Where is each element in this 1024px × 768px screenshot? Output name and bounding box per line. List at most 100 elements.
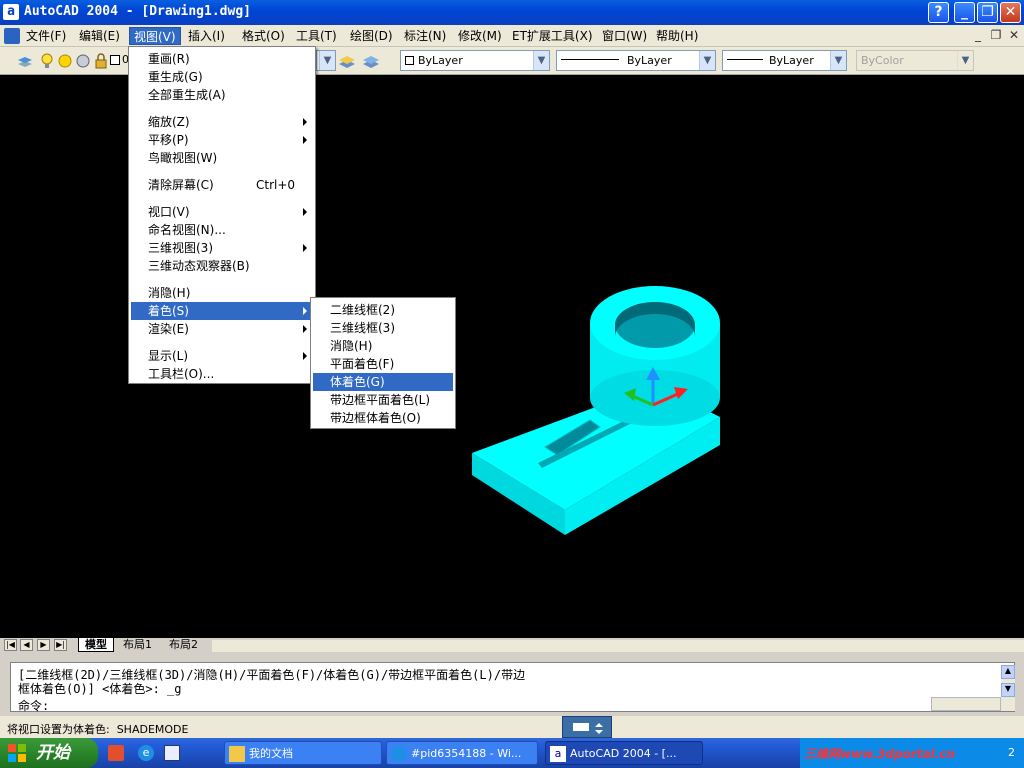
menu-view[interactable]: 视图(V)	[129, 27, 181, 45]
command-scrollbar[interactable]: ▲ ▼	[1001, 665, 1015, 711]
color-value: ByLayer	[418, 54, 463, 67]
view-menu-item-10[interactable]: 三维动态观察器(B)	[131, 257, 313, 275]
last-tab-button[interactable]: ▶|	[54, 639, 67, 651]
menu-express-tools[interactable]: ET扩展工具(X)	[508, 27, 597, 45]
tray-settings-icon[interactable]	[562, 716, 612, 738]
command-prompt[interactable]: 命令:	[18, 697, 49, 714]
windows-taskbar: 开始 e 我的文档 #pid6354188 - Wi... a AutoCAD 2…	[0, 738, 1024, 768]
horizontal-scrollbar[interactable]	[212, 640, 1024, 652]
close-button[interactable]: ✕	[1000, 2, 1021, 23]
tab-model[interactable]: 模型	[78, 638, 114, 652]
shade-menu-item-5[interactable]: 带边框平面着色(L)	[313, 391, 453, 409]
shade-menu-item-3[interactable]: 平面着色(F)	[313, 355, 453, 373]
view-menu-item-9[interactable]: 三维视图(3)	[131, 239, 313, 257]
scroll-down-arrow[interactable]: ▼	[1001, 683, 1015, 697]
shade-menu-item-label: 消隐(H)	[330, 339, 373, 353]
scroll-up-arrow[interactable]: ▲	[1001, 665, 1015, 679]
layer-manager-icon[interactable]	[16, 52, 34, 70]
menu-help[interactable]: 帮助(H)	[652, 27, 702, 45]
command-window[interactable]: [二维线框(2D)/三维线框(3D)/消隐(H)/平面着色(F)/体着色(G)/…	[10, 662, 1015, 714]
menu-draw[interactable]: 绘图(D)	[346, 27, 397, 45]
taskbar-my-documents[interactable]: 我的文档	[224, 741, 382, 765]
submenu-arrow-icon	[303, 244, 307, 252]
taskbar-autocad[interactable]: a AutoCAD 2004 - [...	[545, 741, 703, 765]
shade-menu-item-label: 带边框体着色(O)	[330, 411, 421, 425]
layer-dropdown[interactable]: ▼	[316, 50, 336, 71]
shade-menu-item-4[interactable]: 体着色(G)	[313, 373, 453, 391]
lineweight-value: ByLayer	[769, 54, 814, 67]
view-menu-item-5[interactable]: 鸟瞰视图(W)	[131, 149, 313, 167]
view-menu-item-label: 视口(V)	[148, 205, 190, 219]
linetype-control[interactable]: ByLayer ▼	[556, 50, 716, 71]
submenu-arrow-icon	[303, 325, 307, 333]
autocad-app-icon[interactable]: a	[3, 4, 19, 20]
document-icon[interactable]	[4, 28, 20, 44]
view-menu-item-label: 工具栏(O)...	[148, 367, 215, 381]
mdi-restore-button[interactable]: ❐	[988, 28, 1004, 44]
submenu-arrow-icon	[303, 136, 307, 144]
start-button[interactable]: 开始	[0, 738, 98, 768]
menu-edit[interactable]: 编辑(E)	[75, 27, 124, 45]
view-menu-item-15[interactable]: 工具栏(O)...	[131, 365, 313, 383]
shade-menu-item-label: 二维线框(2)	[330, 303, 395, 317]
view-menu-item-12[interactable]: 着色(S)	[131, 302, 313, 320]
minimize-button[interactable]: _	[954, 2, 975, 23]
next-tab-button[interactable]: ▶	[37, 639, 50, 651]
tab-layout2[interactable]: 布局2	[163, 638, 204, 652]
view-menu-item-3[interactable]: 缩放(Z)	[131, 113, 313, 131]
view-menu-item-6[interactable]: 清除屏幕(C) Ctrl+0	[131, 176, 313, 194]
lightbulb-icon[interactable]	[38, 52, 56, 70]
plotstyle-value: ByColor	[861, 54, 904, 67]
view-menu-item-1[interactable]: 重生成(G)	[131, 68, 313, 86]
view-menu-item-label: 缩放(Z)	[148, 115, 190, 129]
maximize-button[interactable]: ❐	[977, 2, 998, 23]
command-horizontal-scrollbar[interactable]	[931, 697, 1001, 711]
make-object-layer-current-icon[interactable]	[338, 52, 356, 70]
color-control[interactable]: ByLayer ▼	[400, 50, 550, 71]
internet-explorer-icon[interactable]: e	[138, 745, 154, 761]
lock-icon[interactable]	[92, 52, 110, 70]
previous-tab-button[interactable]: ◀	[20, 639, 33, 651]
shade-menu-item-label: 三维线框(3)	[330, 321, 395, 335]
menu-window[interactable]: 窗口(W)	[598, 27, 651, 45]
sun-icon[interactable]	[56, 52, 74, 70]
title-bar: a AutoCAD 2004 - [Drawing1.dwg] ? _ ❐ ✕	[0, 0, 1024, 25]
mdi-close-button[interactable]: ✕	[1006, 28, 1022, 44]
freeze-icon[interactable]	[74, 52, 92, 70]
menu-modify[interactable]: 修改(M)	[454, 27, 506, 45]
menu-tools[interactable]: 工具(T)	[292, 27, 341, 45]
tab-layout1[interactable]: 布局1	[117, 638, 158, 652]
shade-menu-item-2[interactable]: 消隐(H)	[313, 337, 453, 355]
help-button[interactable]: ?	[928, 2, 949, 23]
menu-format[interactable]: 格式(O)	[238, 27, 289, 45]
menu-insert[interactable]: 插入(I)	[184, 27, 229, 45]
mdi-minimize-button[interactable]: _	[970, 28, 986, 44]
menu-dimension[interactable]: 标注(N)	[400, 27, 450, 45]
shade-submenu: 二维线框(2) 三维线框(3) 消隐(H) 平面着色(F) 体着色(G) 带边框平面着色(…	[310, 297, 456, 429]
view-menu-item-13[interactable]: 渲染(E)	[131, 320, 313, 338]
clock[interactable]: 2	[1008, 746, 1015, 759]
first-tab-button[interactable]: |◀	[4, 639, 17, 651]
view-menu-item-4[interactable]: 平移(P)	[131, 131, 313, 149]
show-desktop-icon[interactable]	[164, 745, 180, 761]
linetype-value: ByLayer	[627, 54, 672, 67]
view-menu-item-2[interactable]: 全部重生成(A)	[131, 86, 313, 104]
view-menu-item-11[interactable]: 消隐(H)	[131, 284, 313, 302]
menu-file[interactable]: 文件(F)	[22, 27, 70, 45]
taskbar-browser[interactable]: #pid6354188 - Wi...	[386, 741, 538, 765]
view-menu-item-label: 清除屏幕(C)	[148, 178, 214, 192]
quicklaunch-app-icon[interactable]	[108, 745, 124, 761]
taskbar-label: 我的文档	[249, 747, 293, 760]
view-menu-item-label: 平移(P)	[148, 133, 189, 147]
shade-menu-item-6[interactable]: 带边框体着色(O)	[313, 409, 453, 427]
layer-previous-icon[interactable]	[362, 52, 380, 70]
view-menu-item-0[interactable]: 重画(R)	[131, 50, 313, 68]
view-menu-item-14[interactable]: 显示(L)	[131, 347, 313, 365]
plotstyle-control: ByColor ▼	[856, 50, 974, 71]
view-menu-item-8[interactable]: 命名视图(N)...	[131, 221, 313, 239]
shade-menu-item-1[interactable]: 三维线框(3)	[313, 319, 453, 337]
lineweight-control[interactable]: ByLayer ▼	[722, 50, 847, 71]
shade-menu-item-0[interactable]: 二维线框(2)	[313, 301, 453, 319]
menu-separator	[132, 279, 312, 280]
view-menu-item-7[interactable]: 视口(V)	[131, 203, 313, 221]
